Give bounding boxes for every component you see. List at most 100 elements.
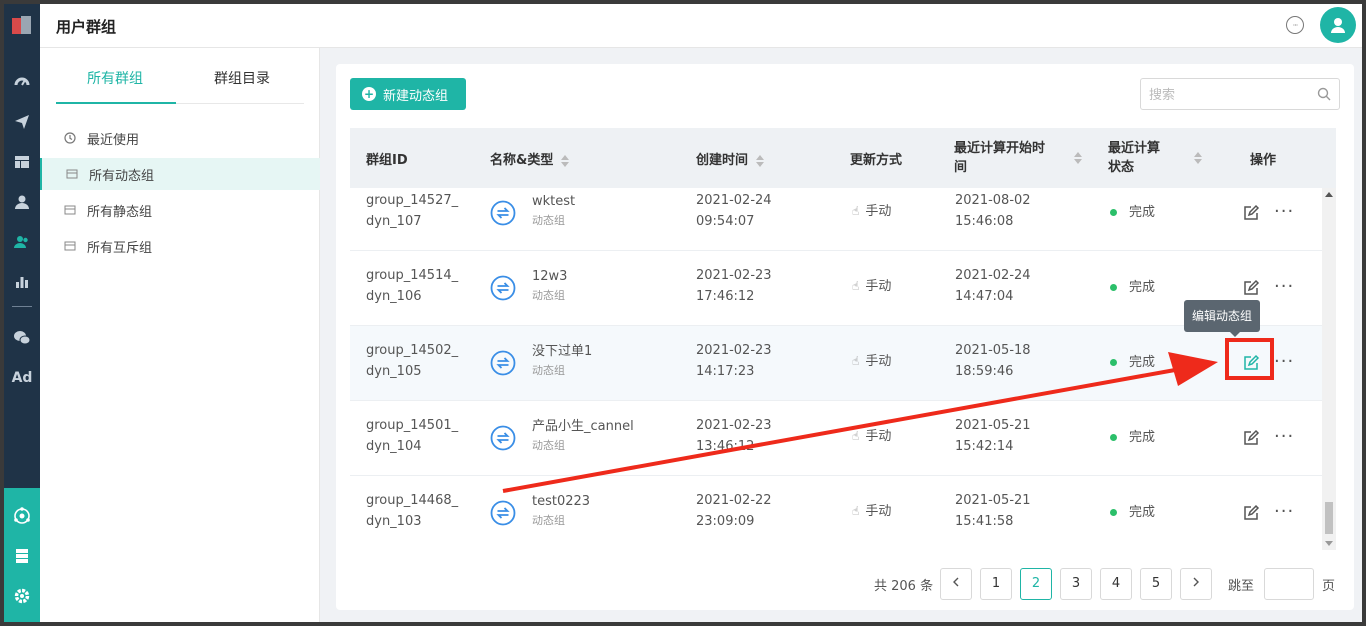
sort-icon[interactable] bbox=[561, 154, 570, 167]
update-mode: ☝ 手动 bbox=[852, 276, 891, 297]
hand-icon: ☝ bbox=[852, 429, 860, 443]
group-name-type: wktest 动态组 bbox=[532, 191, 575, 230]
scroll-down-icon[interactable] bbox=[1325, 541, 1333, 546]
status-dot bbox=[1110, 284, 1117, 291]
table-row[interactable]: group_14502_ dyn_105 没下过单1 动态组 2021-02-23 1… bbox=[350, 326, 1322, 401]
group-name[interactable]: test0223 bbox=[532, 491, 590, 512]
page-button-5[interactable]: 5 bbox=[1140, 568, 1172, 600]
chart-icon[interactable] bbox=[12, 272, 32, 292]
group-name[interactable]: wktest bbox=[532, 191, 575, 212]
ad-icon[interactable]: Ad bbox=[12, 368, 33, 388]
page-button-1[interactable]: 1 bbox=[980, 568, 1012, 600]
more-icon[interactable]: ··· bbox=[1274, 278, 1294, 296]
more-icon[interactable]: ··· bbox=[1274, 353, 1294, 371]
folder-icon bbox=[64, 241, 76, 251]
nav-all-dynamic-groups[interactable]: 所有动态组 bbox=[40, 158, 320, 190]
edit-icon[interactable] bbox=[1242, 354, 1260, 372]
group-list-card: + 新建动态组 群组ID 名称&类型 创建时间 更新方式 最近计算开始时 间 最… bbox=[336, 64, 1354, 610]
col-name-type[interactable]: 名称&类型 bbox=[490, 149, 570, 168]
edit-icon[interactable] bbox=[1242, 204, 1260, 222]
tab-all-groups[interactable]: 所有群组 bbox=[87, 68, 143, 88]
user-icon[interactable] bbox=[12, 192, 32, 212]
send-icon[interactable] bbox=[12, 112, 32, 132]
table-row[interactable]: group_14527_ dyn_107 wktest 动态组 2021-02-24… bbox=[350, 188, 1322, 251]
more-icon[interactable]: ··· bbox=[1274, 503, 1294, 521]
update-mode-label: 手动 bbox=[865, 279, 892, 294]
tab-group-directory[interactable]: 群组目录 bbox=[214, 68, 270, 88]
nav-recent[interactable]: 最近使用 bbox=[40, 122, 320, 154]
col-last-calc-start[interactable]: 最近计算开始时 间 bbox=[954, 139, 1045, 177]
new-dynamic-group-button[interactable]: + 新建动态组 bbox=[350, 78, 466, 110]
table-row[interactable]: group_14501_ dyn_104 产品小生_cannel 动态组 2021-… bbox=[350, 401, 1322, 476]
group-name[interactable]: 12w3 bbox=[532, 266, 567, 287]
created-time: 2021-02-23 13:46:12 bbox=[696, 415, 772, 457]
wechat-icon[interactable] bbox=[12, 328, 32, 348]
chat-icon[interactable]: ··· bbox=[1286, 16, 1304, 34]
prev-page-button[interactable] bbox=[940, 568, 972, 600]
last-calc-start: 2021-05-18 18:59:46 bbox=[955, 340, 1031, 382]
settings-icon[interactable] bbox=[12, 586, 32, 606]
next-page-button[interactable] bbox=[1180, 568, 1212, 600]
status-label: 完成 bbox=[1129, 430, 1156, 445]
scroll-up-icon[interactable] bbox=[1325, 192, 1333, 197]
group-type: 动态组 bbox=[532, 214, 565, 227]
status-dot bbox=[1110, 434, 1117, 441]
group-navigation-panel: 所有群组 群组目录 最近使用 所有动态组 所有静态组 所有互斥组 bbox=[40, 48, 320, 622]
created-clock: 17:46:12 bbox=[696, 289, 755, 304]
col-label: 名称&类型 bbox=[490, 153, 554, 168]
page-button-2[interactable]: 2 bbox=[1020, 568, 1052, 600]
page-button-4[interactable]: 4 bbox=[1100, 568, 1132, 600]
created-date: 2021-02-24 bbox=[696, 193, 772, 208]
more-icon[interactable]: ··· bbox=[1274, 203, 1294, 221]
table-scrollbar[interactable] bbox=[1322, 188, 1336, 550]
user-icon bbox=[1331, 18, 1345, 33]
col-last-calc-status[interactable]: 最近计算 状态 bbox=[1108, 139, 1160, 177]
more-icon[interactable]: ··· bbox=[1274, 428, 1294, 446]
sort-icon[interactable] bbox=[756, 154, 765, 167]
hand-icon: ☝ bbox=[852, 204, 860, 218]
status-dot bbox=[1110, 209, 1117, 216]
server-icon[interactable] bbox=[12, 546, 32, 566]
update-mode-label: 手动 bbox=[865, 429, 892, 444]
sort-icon[interactable] bbox=[1074, 152, 1082, 164]
nav-all-exclusive-groups[interactable]: 所有互斥组 bbox=[40, 230, 320, 262]
edit-icon[interactable] bbox=[1242, 279, 1260, 297]
col-created-time[interactable]: 创建时间 bbox=[696, 149, 765, 168]
avatar[interactable] bbox=[1320, 7, 1356, 43]
app-window: Ad 用户群组 ··· 所有群组 群组目录 最近使用 所有动态组 所有静态组 所… bbox=[4, 4, 1362, 622]
group-tabs: 所有群组 群组目录 bbox=[56, 48, 304, 104]
page-suffix: 页 bbox=[1322, 579, 1336, 594]
active-tab-indicator bbox=[56, 102, 176, 104]
created-clock: 13:46:12 bbox=[696, 439, 755, 454]
sort-icon[interactable] bbox=[1194, 152, 1202, 164]
group-id-line2: dyn_104 bbox=[366, 439, 422, 454]
created-date: 2021-02-22 bbox=[696, 493, 772, 508]
table-row[interactable]: group_14468_ dyn_103 test0223 动态组 2021-02-… bbox=[350, 476, 1322, 550]
group-id-line2: dyn_107 bbox=[366, 214, 422, 229]
page-jump-input[interactable] bbox=[1264, 568, 1314, 600]
table-row[interactable]: group_14514_ dyn_106 12w3 动态组 2021-02-23 17… bbox=[350, 251, 1322, 326]
group-name[interactable]: 没下过单1 bbox=[532, 341, 592, 362]
edit-icon[interactable] bbox=[1242, 504, 1260, 522]
group-name[interactable]: 产品小生_cannel bbox=[532, 416, 634, 437]
scroll-thumb[interactable] bbox=[1325, 502, 1333, 534]
status-label: 完成 bbox=[1129, 280, 1156, 295]
edit-icon[interactable] bbox=[1242, 429, 1260, 447]
network-icon[interactable] bbox=[12, 506, 32, 526]
search-icon[interactable] bbox=[1317, 87, 1331, 101]
search-input[interactable] bbox=[1149, 86, 1309, 104]
group-type: 动态组 bbox=[532, 439, 565, 452]
hand-icon: ☝ bbox=[852, 279, 860, 293]
folder-icon bbox=[64, 205, 76, 215]
col-label-line2: 状态 bbox=[1108, 160, 1135, 175]
user-group-icon[interactable] bbox=[12, 232, 32, 252]
page-button-3[interactable]: 3 bbox=[1060, 568, 1092, 600]
group-id-line2: dyn_105 bbox=[366, 364, 422, 379]
dashboard-icon[interactable] bbox=[12, 72, 32, 92]
start-clock: 14:47:04 bbox=[955, 289, 1014, 304]
update-mode: ☝ 手动 bbox=[852, 201, 891, 222]
layout-icon[interactable] bbox=[12, 152, 32, 172]
nav-all-static-groups[interactable]: 所有静态组 bbox=[40, 194, 320, 226]
update-mode: ☝ 手动 bbox=[852, 426, 891, 447]
update-mode: ☝ 手动 bbox=[852, 501, 891, 522]
